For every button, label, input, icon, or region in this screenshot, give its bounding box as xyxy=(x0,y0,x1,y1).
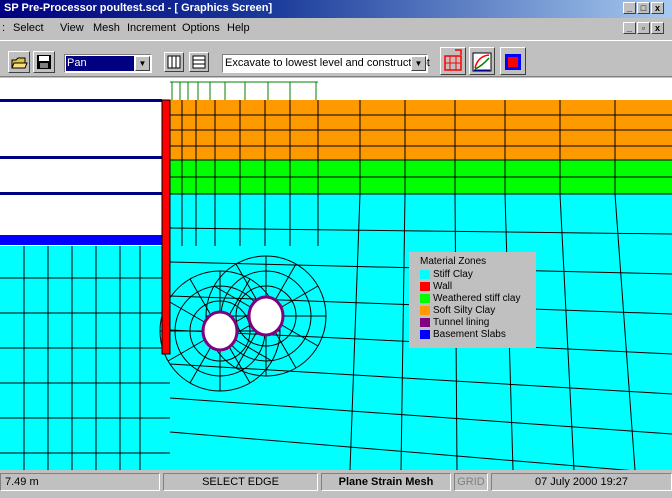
grid-rows-button[interactable] xyxy=(189,52,209,72)
floppy-disk-icon xyxy=(37,55,51,69)
maximize-button[interactable]: □ xyxy=(637,2,650,14)
tunnel-lining-swatch xyxy=(420,318,430,327)
weathered-clay-swatch xyxy=(420,294,430,303)
child-minimize-button[interactable]: _ xyxy=(623,22,636,34)
material-tool-button[interactable] xyxy=(500,47,526,75)
increment-select[interactable]: Excavate to lowest level and construct b… xyxy=(222,54,430,73)
basement-slabs-swatch xyxy=(420,330,430,339)
child-close-button[interactable]: x xyxy=(651,22,664,34)
menu-increment[interactable]: Increment xyxy=(127,22,176,34)
legend-label: Weathered stiff clay xyxy=(433,293,521,304)
mesh-type-status: Plane Strain Mesh xyxy=(321,473,451,491)
menu-options[interactable]: Options xyxy=(182,22,220,34)
red-mesh-icon xyxy=(444,49,462,71)
basement-slab xyxy=(0,235,162,245)
close-button[interactable]: x xyxy=(651,2,664,14)
legend-item-stiff-clay: Stiff Clay xyxy=(420,269,473,280)
menu-mesh[interactable]: Mesh xyxy=(93,22,120,34)
legend-label: Basement Slabs xyxy=(433,329,506,340)
datetime-status: 07 July 2000 19:27 xyxy=(491,473,672,491)
legend-label: Wall xyxy=(433,281,453,292)
mesh-grid-tool-button[interactable] xyxy=(440,47,466,75)
mode-select[interactable]: Pan ▼ xyxy=(64,54,152,73)
basement-slab xyxy=(0,192,162,195)
open-folder-icon xyxy=(11,57,28,69)
minimize-button[interactable]: _ xyxy=(623,2,636,14)
legend-label: Stiff Clay xyxy=(433,269,473,280)
title-bar: SP Pre-Processor poultest.scd - [ Graphi… xyxy=(0,0,672,18)
basement-slab xyxy=(0,99,162,102)
menu-view[interactable]: View xyxy=(60,22,84,34)
mode-select-value: Pan xyxy=(67,57,87,69)
wall-swatch xyxy=(420,282,430,291)
legend-item-basement-slabs: Basement Slabs xyxy=(420,329,506,340)
tunnel-lining xyxy=(247,295,285,337)
save-file-button[interactable] xyxy=(33,51,55,73)
grid-toggle[interactable]: GRID xyxy=(454,473,488,491)
columns-icon xyxy=(167,55,181,69)
menu-overflow-colon: : xyxy=(2,22,6,34)
mode-dropdown-arrow[interactable]: ▼ xyxy=(135,56,150,71)
legend-item-tunnel-lining: Tunnel lining xyxy=(420,317,489,328)
curve-icon xyxy=(472,52,492,72)
legend-label: Soft Silty Clay xyxy=(433,305,496,316)
menu-bar: : Select View Mesh Increment Options Hel… xyxy=(0,18,672,40)
rows-icon xyxy=(192,55,206,69)
legend-title: Material Zones xyxy=(420,256,487,267)
window-title: SP Pre-Processor poultest.scd - [ Graphi… xyxy=(4,2,273,14)
action-status: SELECT EDGE xyxy=(163,473,318,491)
curve-tool-button[interactable] xyxy=(469,47,495,75)
graphics-canvas[interactable] xyxy=(0,78,672,470)
stiff-clay-zone-left xyxy=(0,246,170,470)
basement-slab xyxy=(0,156,162,159)
material-blocks-icon xyxy=(505,54,521,70)
legend-item-weathered-stiff-clay: Weathered stiff clay xyxy=(420,293,520,304)
toolbar: Pan ▼ Excavate to lowest level and const… xyxy=(0,40,672,77)
status-bar: 7.49 m SELECT EDGE Plane Strain Mesh GRI… xyxy=(0,471,672,493)
legend-label: Tunnel lining xyxy=(433,317,490,328)
grid-columns-button[interactable] xyxy=(164,52,184,72)
material-zones-legend: Material Zones Stiff Clay Wall Weathered… xyxy=(409,252,536,348)
soft-silty-clay-swatch xyxy=(420,306,430,315)
tunnel-lining xyxy=(201,310,239,352)
child-restore-button[interactable]: ▫ xyxy=(637,22,650,34)
legend-item-soft-silty-clay: Soft Silty Clay xyxy=(420,305,495,316)
increment-select-value: Excavate to lowest level and construct b… xyxy=(225,57,430,69)
menu-help[interactable]: Help xyxy=(227,22,250,34)
open-file-button[interactable] xyxy=(8,51,30,73)
retaining-wall xyxy=(161,99,171,355)
coordinate-readout: 7.49 m xyxy=(0,473,160,491)
menu-select[interactable]: Select xyxy=(13,22,44,34)
legend-item-wall: Wall xyxy=(420,281,452,292)
increment-dropdown-arrow[interactable]: ▼ xyxy=(411,56,426,71)
stiff-clay-swatch xyxy=(420,270,430,279)
